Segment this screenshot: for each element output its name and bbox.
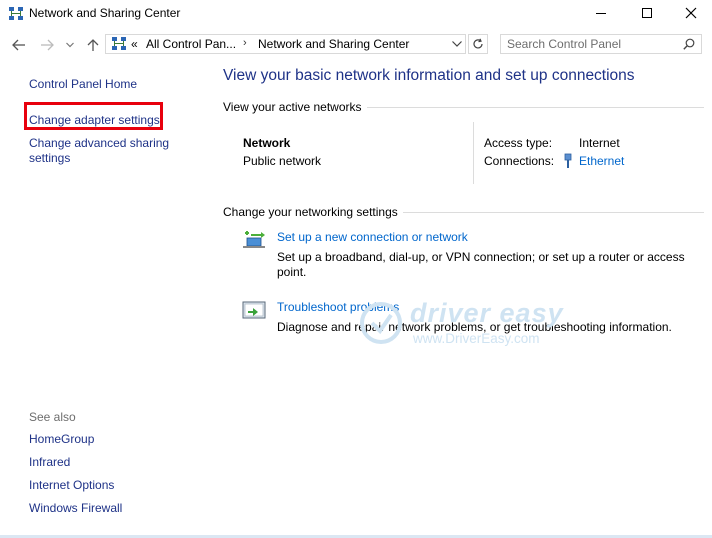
arrow-up-icon: [87, 39, 99, 51]
vertical-divider: [473, 122, 474, 184]
active-networks-label: View your active networks: [223, 100, 362, 114]
breadcrumb-separator[interactable]: ›: [243, 37, 247, 49]
up-button[interactable]: [83, 36, 103, 54]
setup-new-connection-desc-line1: Set up a broadband, dial-up, or VPN conn…: [277, 250, 685, 264]
minimize-button[interactable]: [578, 0, 624, 26]
access-type-value: Internet: [579, 136, 620, 150]
section-divider: [367, 107, 704, 108]
setup-new-connection-desc-line2: point.: [277, 265, 307, 279]
breadcrumb-overflow[interactable]: «: [131, 37, 138, 51]
maximize-icon: [642, 8, 652, 18]
minimize-icon: [596, 13, 606, 14]
network-type[interactable]: Public network: [243, 154, 321, 168]
close-icon: [685, 7, 697, 19]
refresh-button[interactable]: [468, 34, 488, 54]
window-title: Network and Sharing Center: [29, 6, 181, 20]
ethernet-icon: [562, 153, 574, 174]
address-bar[interactable]: « All Control Pan... › Network and Shari…: [105, 34, 466, 54]
change-advanced-sharing-link[interactable]: Change advanced sharing settings: [29, 136, 169, 166]
forward-button[interactable]: [37, 36, 57, 54]
change-advanced-sharing-line2: settings: [29, 151, 71, 165]
control-panel-icon: [111, 36, 127, 57]
breadcrumb-network-center[interactable]: Network and Sharing Center: [258, 37, 409, 51]
change-settings-label: Change your networking settings: [223, 205, 398, 219]
change-advanced-sharing-line1: Change advanced sharing: [29, 136, 170, 150]
setup-new-connection-link[interactable]: Set up a new connection or network: [277, 230, 468, 244]
control-panel-home-link[interactable]: Control Panel Home: [29, 77, 137, 92]
watermark-text: driver easy: [410, 298, 564, 328]
close-button[interactable]: [668, 0, 712, 26]
change-adapter-settings-link[interactable]: Change adapter settings: [29, 113, 160, 128]
see-also-heading: See also: [29, 410, 76, 424]
network-center-icon: [8, 6, 24, 22]
refresh-icon: [473, 38, 483, 49]
search-icon[interactable]: [683, 38, 695, 50]
search-box[interactable]: [500, 34, 702, 54]
network-name: Network: [243, 136, 291, 150]
connections-label: Connections:: [484, 154, 555, 168]
search-input[interactable]: [507, 37, 677, 51]
access-type-label: Access type:: [484, 136, 553, 150]
maximize-button[interactable]: [624, 0, 670, 26]
homegroup-link[interactable]: HomeGroup: [29, 432, 94, 447]
watermark-url: www.DriverEasy.com: [413, 331, 540, 346]
chevron-down-icon: [452, 41, 462, 47]
chevron-down-icon: [66, 42, 74, 48]
back-button[interactable]: [9, 36, 29, 54]
section-divider: [403, 212, 704, 213]
windows-firewall-link[interactable]: Windows Firewall: [29, 501, 122, 516]
recent-locations-button[interactable]: [63, 36, 77, 54]
address-history-button[interactable]: [449, 35, 465, 53]
watermark-logo-icon: [358, 300, 404, 351]
arrow-left-icon: [12, 39, 25, 51]
internet-options-link[interactable]: Internet Options: [29, 478, 114, 493]
page-title: View your basic network information and …: [223, 67, 635, 84]
infrared-link[interactable]: Infrared: [29, 455, 70, 470]
breadcrumb-all-control-panel[interactable]: All Control Pan...: [146, 37, 236, 51]
troubleshoot-icon: [242, 300, 266, 327]
ethernet-link[interactable]: Ethernet: [579, 154, 624, 168]
new-connection-icon: [241, 229, 267, 256]
arrow-right-icon: [41, 39, 54, 51]
